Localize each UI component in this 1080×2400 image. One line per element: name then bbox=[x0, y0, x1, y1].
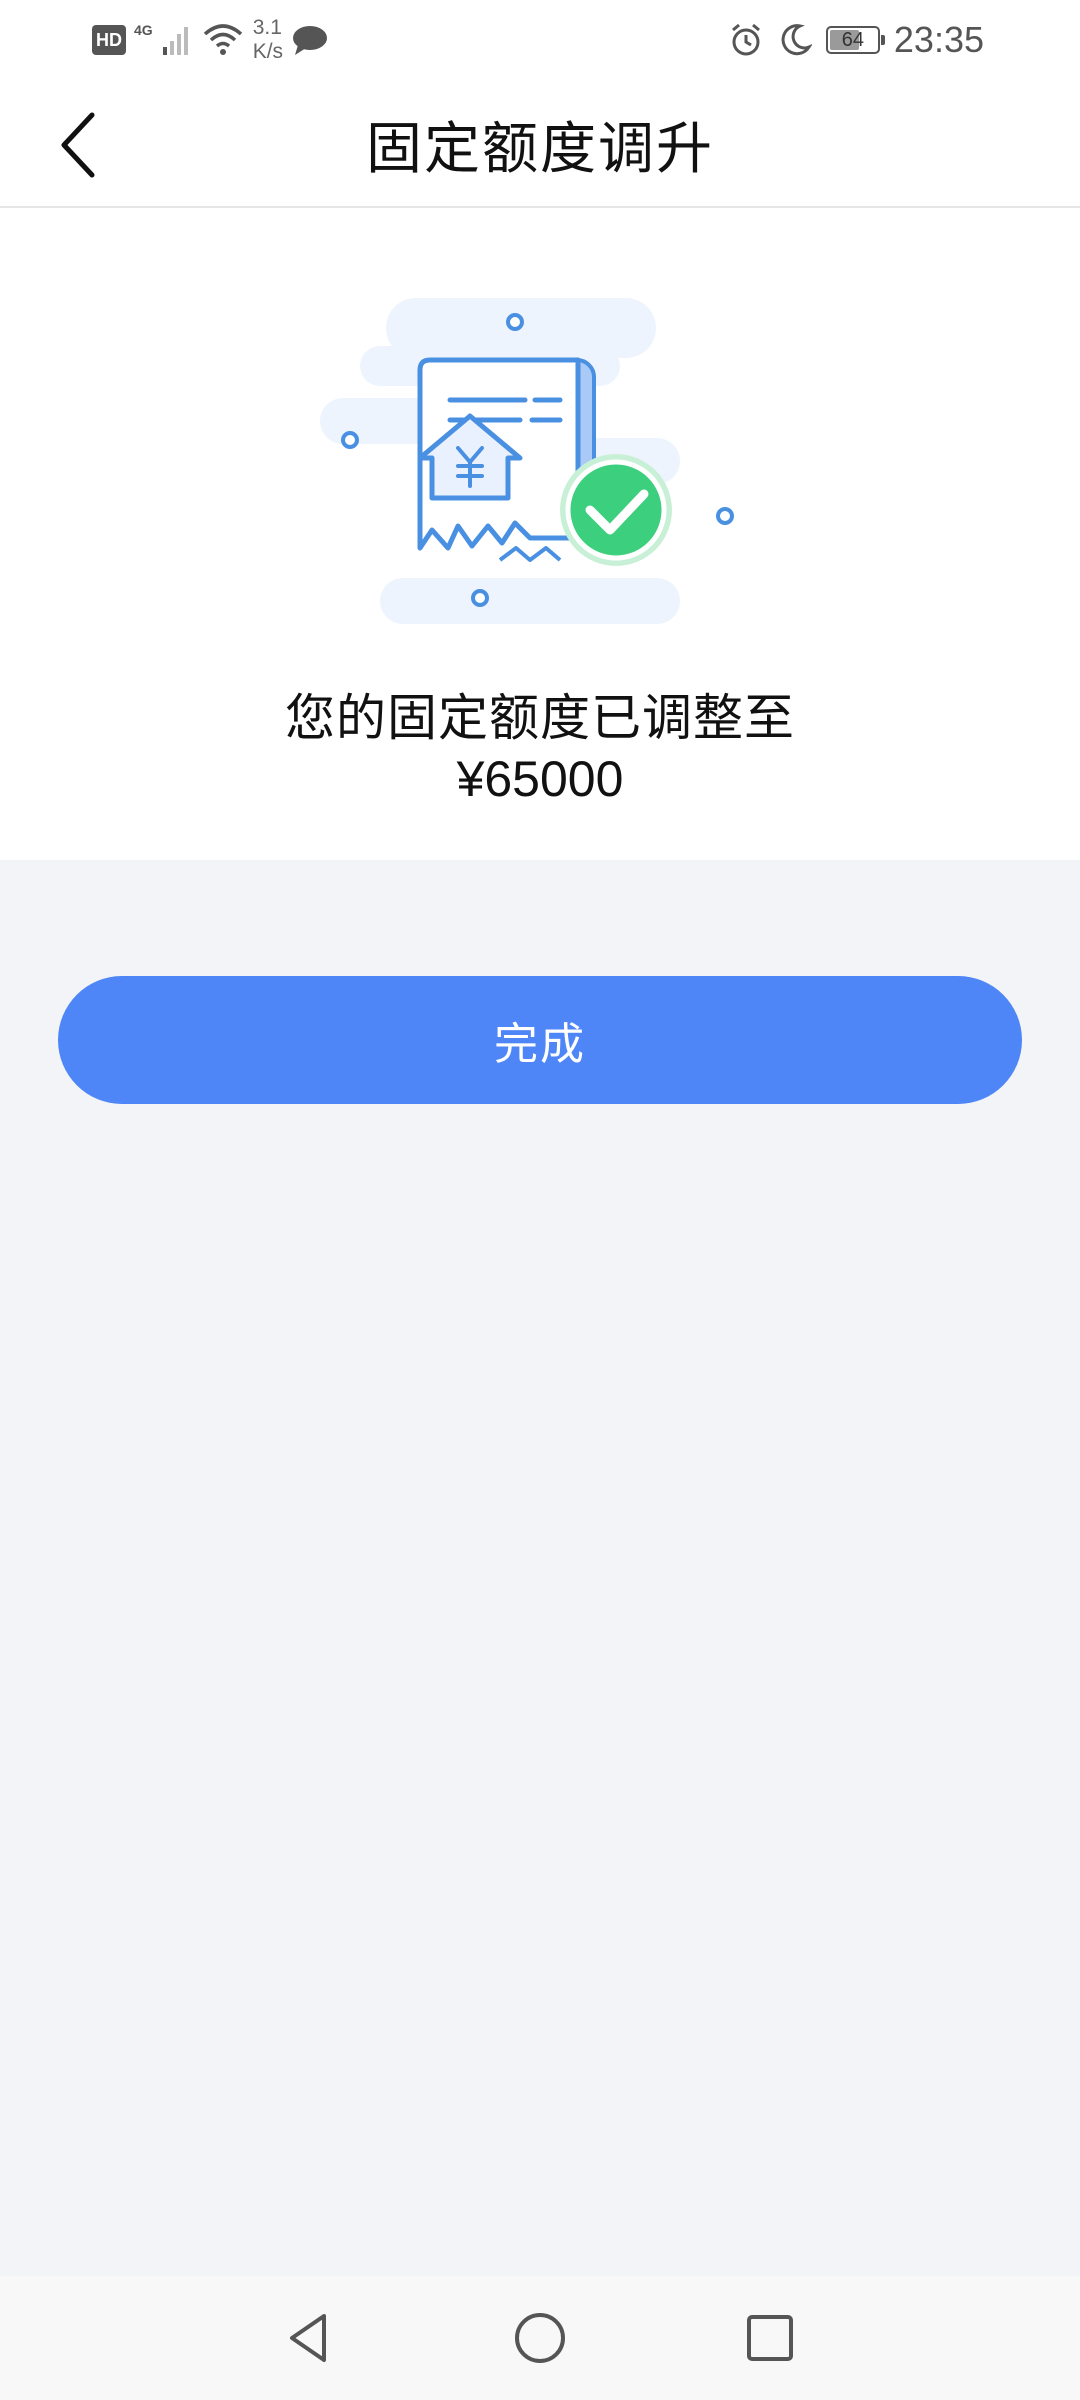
clock: 23:35 bbox=[893, 19, 984, 60]
status-left: HD 4G 3.1 K/s bbox=[92, 14, 329, 66]
moon-icon bbox=[781, 24, 812, 56]
speed-unit: K/s bbox=[252, 40, 284, 63]
back-triangle-icon bbox=[290, 2314, 326, 2362]
receipt-approved-illustration bbox=[320, 298, 734, 624]
result-amount: ¥65000 bbox=[456, 751, 624, 807]
nav-recents-button[interactable] bbox=[730, 2298, 810, 2378]
network-speed: 3.1 K/s bbox=[253, 16, 283, 64]
network-type: 4G bbox=[134, 22, 153, 38]
app-header: 固定额度调升 bbox=[0, 80, 1080, 208]
message-icon bbox=[293, 26, 328, 55]
result-card: 您的固定额度已调整至 ¥65000 bbox=[0, 208, 1080, 860]
nav-home-button[interactable] bbox=[500, 2298, 580, 2378]
nav-back-button[interactable] bbox=[270, 2298, 350, 2378]
speed-value: 3.1 bbox=[252, 16, 282, 39]
wifi-icon bbox=[203, 24, 242, 55]
status-right: 64 23:35 bbox=[728, 14, 984, 66]
done-button[interactable]: 完成 bbox=[58, 976, 1022, 1104]
alarm-icon bbox=[731, 23, 760, 56]
status-bar: HD 4G 3.1 K/s 64 23:35 bbox=[0, 0, 1080, 80]
battery-level: 64 bbox=[841, 28, 865, 51]
recents-square-icon bbox=[747, 2315, 793, 2361]
signal-icon bbox=[162, 27, 188, 55]
home-circle-icon bbox=[515, 2313, 565, 2363]
battery-icon: 64 bbox=[825, 26, 885, 54]
result-message: 您的固定额度已调整至 bbox=[285, 689, 795, 747]
system-nav-bar bbox=[0, 2276, 1080, 2400]
page-title: 固定额度调升 bbox=[366, 116, 714, 182]
hd-badge: HD bbox=[92, 25, 126, 55]
